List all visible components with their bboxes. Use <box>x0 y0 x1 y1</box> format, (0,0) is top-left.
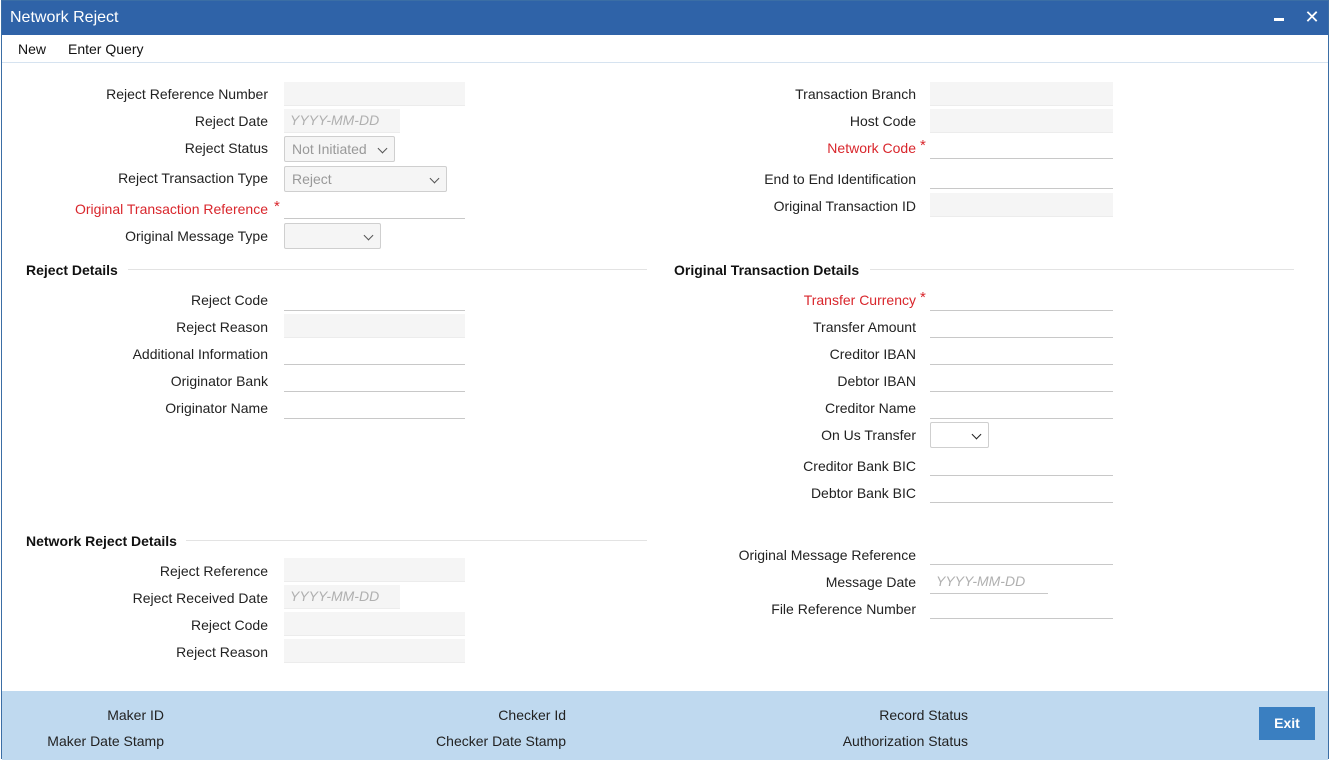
reject-reason-field[interactable] <box>284 314 465 338</box>
chevron-down-icon <box>429 173 440 184</box>
chevron-down-icon <box>971 429 982 440</box>
authorization-status-label: Authorization Status <box>842 733 968 749</box>
transfer-amount-field[interactable] <box>930 314 1113 338</box>
originator-name-label: Originator Name <box>165 400 268 416</box>
transaction-branch-field[interactable] <box>930 82 1113 106</box>
nr-reject-reference-field[interactable] <box>284 558 465 582</box>
file-reference-number-field[interactable] <box>930 595 1113 619</box>
additional-information-label: Additional Information <box>132 346 268 362</box>
originator-bank-field[interactable] <box>284 368 465 392</box>
on-us-transfer-label: On Us Transfer <box>821 427 916 443</box>
enter-query-menu-item[interactable]: Enter Query <box>68 41 143 57</box>
reject-code-label: Reject Code <box>190 292 268 308</box>
debtor-iban-label: Debtor IBAN <box>837 373 916 389</box>
message-date-field[interactable]: YYYY-MM-DD <box>930 570 1048 594</box>
original-transaction-id-label: Original Transaction ID <box>773 198 916 214</box>
network-reject-window: Network Reject ✕ New Enter Query Reject … <box>1 0 1329 760</box>
reject-transaction-type-select[interactable]: Reject <box>284 166 447 192</box>
minimize-icon[interactable] <box>1268 6 1290 28</box>
nr-reject-reason-field[interactable] <box>284 639 465 663</box>
checker-date-stamp-label: Checker Date Stamp <box>436 733 566 749</box>
section-divider <box>870 269 1294 270</box>
reject-reference-number-label: Reject Reference Number <box>106 86 268 102</box>
chevron-down-icon <box>377 143 388 154</box>
debtor-bank-bic-field[interactable] <box>930 479 1113 503</box>
chevron-down-icon <box>363 230 374 241</box>
original-transaction-reference-label: Original Transaction Reference <box>75 201 268 217</box>
new-menu-item[interactable]: New <box>18 41 46 57</box>
host-code-label: Host Code <box>849 113 916 129</box>
original-message-type-label: Original Message Type <box>125 228 268 244</box>
nr-reject-code-field[interactable] <box>284 612 465 636</box>
transfer-currency-field[interactable] <box>930 287 1113 311</box>
required-asterisk: * <box>920 289 926 306</box>
reject-code-field[interactable] <box>284 287 465 311</box>
reject-details-heading: Reject Details <box>26 262 118 278</box>
creditor-iban-field[interactable] <box>930 341 1113 365</box>
host-code-field[interactable] <box>930 109 1113 133</box>
message-date-label: Message Date <box>825 574 916 590</box>
debtor-iban-field[interactable] <box>930 368 1113 392</box>
original-message-type-select[interactable] <box>284 223 381 249</box>
creditor-bank-bic-label: Creditor Bank BIC <box>803 458 916 474</box>
nr-reject-code-label: Reject Code <box>190 617 268 633</box>
required-asterisk: * <box>274 198 280 215</box>
on-us-transfer-select[interactable] <box>930 422 989 448</box>
nr-reject-reference-label: Reject Reference <box>159 563 268 579</box>
file-reference-number-label: File Reference Number <box>771 601 916 617</box>
end-to-end-identification-field[interactable] <box>930 165 1113 189</box>
additional-information-field[interactable] <box>284 341 465 365</box>
close-icon[interactable]: ✕ <box>1301 6 1323 28</box>
exit-button[interactable]: Exit <box>1259 707 1315 740</box>
reject-status-select[interactable]: Not Initiated <box>284 136 395 162</box>
original-transaction-id-field[interactable] <box>930 193 1113 217</box>
reject-transaction-type-label: Reject Transaction Type <box>118 170 268 186</box>
reject-reason-label: Reject Reason <box>176 319 268 335</box>
record-status-label: Record Status <box>879 707 968 723</box>
window-title: Network Reject <box>10 9 119 26</box>
reject-received-date-field[interactable]: YYYY-MM-DD <box>284 585 400 609</box>
creditor-bank-bic-field[interactable] <box>930 452 1113 476</box>
reject-received-date-label: Reject Received Date <box>132 590 268 606</box>
reject-date-field[interactable]: YYYY-MM-DD <box>284 109 400 133</box>
transfer-currency-label: Transfer Currency <box>803 292 916 308</box>
maker-date-stamp-label: Maker Date Stamp <box>47 733 164 749</box>
creditor-name-label: Creditor Name <box>824 400 916 416</box>
end-to-end-identification-label: End to End Identification <box>764 171 916 187</box>
reject-status-value: Not Initiated <box>292 141 367 157</box>
transfer-amount-label: Transfer Amount <box>813 319 916 335</box>
maker-id-label: Maker ID <box>107 707 164 723</box>
reject-reference-number-field[interactable] <box>284 82 465 106</box>
checker-id-label: Checker Id <box>498 707 566 723</box>
creditor-name-field[interactable] <box>930 395 1113 419</box>
network-code-field[interactable] <box>930 135 1113 159</box>
audit-footer: Maker ID Maker Date Stamp Checker Id Che… <box>2 691 1328 760</box>
transaction-branch-label: Transaction Branch <box>795 86 916 102</box>
original-message-reference-label: Original Message Reference <box>738 547 916 563</box>
nr-reject-reason-label: Reject Reason <box>176 644 268 660</box>
original-transaction-reference-field[interactable] <box>284 195 465 219</box>
creditor-iban-label: Creditor IBAN <box>829 346 916 362</box>
menu-bar: New Enter Query <box>2 35 1328 63</box>
originator-name-field[interactable] <box>284 395 465 419</box>
reject-status-label: Reject Status <box>184 140 268 156</box>
reject-transaction-type-value: Reject <box>292 171 332 187</box>
section-divider <box>128 269 647 270</box>
original-message-reference-field[interactable] <box>930 541 1113 565</box>
reject-date-label: Reject Date <box>194 113 268 129</box>
section-divider <box>186 540 647 541</box>
required-asterisk: * <box>920 137 926 154</box>
network-reject-details-heading: Network Reject Details <box>26 533 177 549</box>
debtor-bank-bic-label: Debtor Bank BIC <box>810 485 916 501</box>
network-code-label: Network Code <box>827 140 916 156</box>
originator-bank-label: Originator Bank <box>170 373 268 389</box>
original-transaction-details-heading: Original Transaction Details <box>674 262 860 278</box>
title-bar: Network Reject ✕ <box>2 1 1328 35</box>
